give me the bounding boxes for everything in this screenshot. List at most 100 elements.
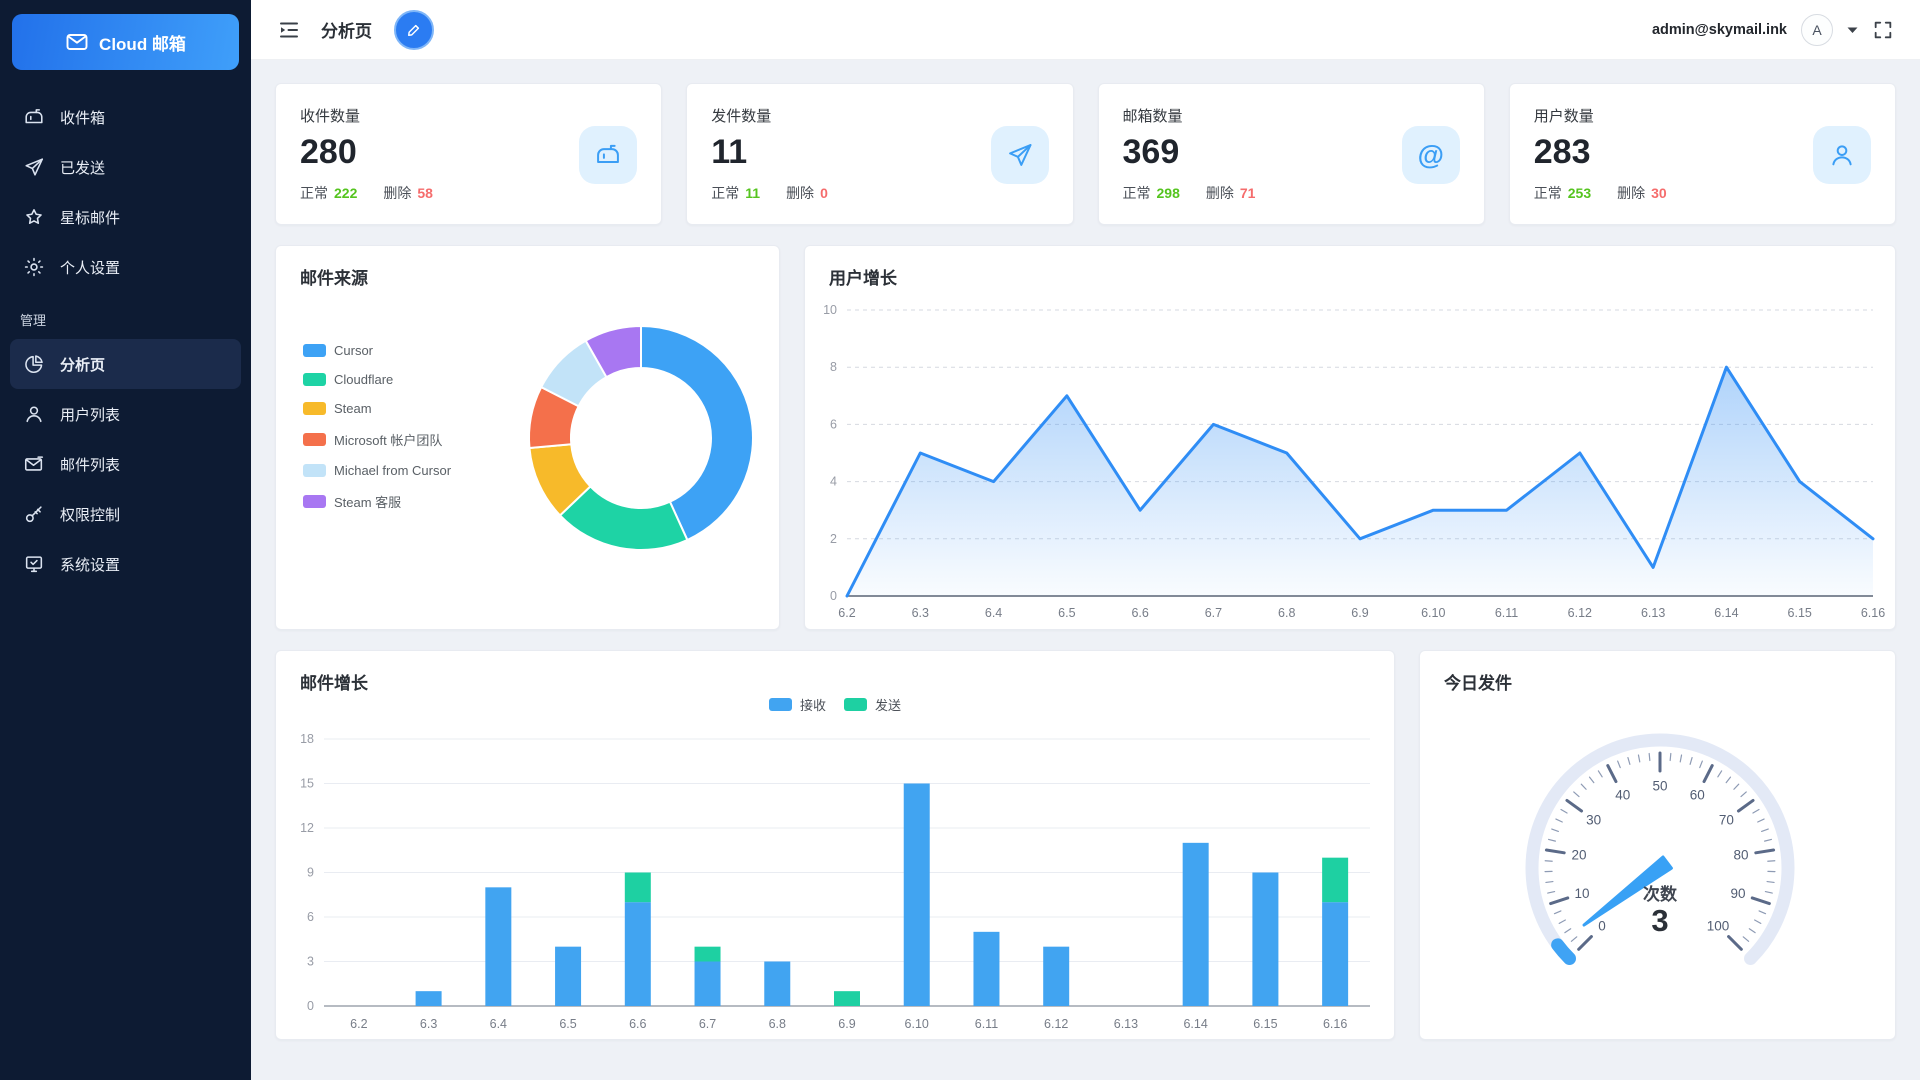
svg-text:6.7: 6.7 — [1205, 606, 1222, 620]
svg-text:10: 10 — [1574, 886, 1589, 901]
user-growth-chart[interactable]: 02468106.26.36.46.56.66.76.86.96.106.116… — [805, 246, 1895, 629]
svg-text:6.6: 6.6 — [1131, 606, 1148, 620]
stat-title: 收件数量 — [300, 105, 637, 126]
main-area: 分析页 admin@skymail.ink A 收件数量 280 — [251, 0, 1920, 1080]
mail-list-icon — [23, 453, 45, 475]
gauge-value: 3 — [1600, 905, 1720, 938]
pencil-icon — [405, 21, 423, 39]
mailbox-icon — [23, 106, 45, 128]
svg-text:6.15: 6.15 — [1788, 606, 1812, 620]
svg-text:6: 6 — [830, 417, 837, 431]
chevron-down-icon[interactable] — [1847, 26, 1858, 34]
paper-plane-icon — [991, 126, 1049, 184]
sidebar-item-analytics[interactable]: 分析页 — [10, 339, 241, 389]
svg-text:6.16: 6.16 — [1323, 1017, 1347, 1031]
stat-title: 邮箱数量 — [1123, 105, 1460, 126]
mail-growth-card: 邮件增长 接收 发送 03691215186.26.36.46.56.66.76… — [275, 650, 1395, 1040]
mail-source-card: 邮件来源 Cursor Cloudflare Steam Microsoft 帐… — [275, 245, 780, 630]
sidebar-item-mail-list[interactable]: 邮件列表 — [0, 439, 251, 489]
svg-text:6.7: 6.7 — [699, 1017, 716, 1031]
svg-text:6.8: 6.8 — [1278, 606, 1295, 620]
user-email: admin@skymail.ink — [1652, 22, 1787, 38]
menu-fold-icon[interactable] — [277, 18, 301, 42]
stat-deleted: 删除30 — [1617, 183, 1667, 203]
logo-button[interactable]: Cloud 邮箱 — [12, 14, 239, 70]
sidebar-section-admin: 管理 — [0, 292, 251, 339]
svg-text:6.4: 6.4 — [985, 606, 1002, 620]
sidebar-item-label: 用户列表 — [60, 404, 120, 425]
svg-text:6.5: 6.5 — [1058, 606, 1075, 620]
topbar: 分析页 admin@skymail.ink A — [251, 0, 1920, 60]
star-icon — [23, 206, 45, 228]
sidebar-item-label: 系统设置 — [60, 554, 120, 575]
svg-text:2: 2 — [830, 532, 837, 546]
envelope-logo-icon — [65, 30, 89, 54]
svg-text:6.14: 6.14 — [1714, 606, 1738, 620]
stat-card-mailboxes: 邮箱数量 369 正常298 删除71 @ — [1098, 83, 1485, 225]
fullscreen-icon[interactable] — [1872, 19, 1894, 41]
gear-icon — [23, 256, 45, 278]
avatar[interactable]: A — [1801, 14, 1833, 46]
svg-text:6: 6 — [307, 910, 314, 924]
user-icon — [23, 403, 45, 425]
svg-text:50: 50 — [1652, 779, 1667, 794]
svg-text:0: 0 — [830, 589, 837, 603]
sidebar-item-sent[interactable]: 已发送 — [0, 142, 251, 192]
sidebar-item-permissions[interactable]: 权限控制 — [0, 489, 251, 539]
svg-text:15: 15 — [300, 777, 314, 791]
stat-card-users: 用户数量 283 正常253 删除30 — [1509, 83, 1896, 225]
stat-title: 用户数量 — [1534, 105, 1871, 126]
sidebar-item-user-list[interactable]: 用户列表 — [0, 389, 251, 439]
sidebar: Cloud 邮箱 收件箱 已发送 星标邮件 个人设置 管理 分析页 用户列表 — [0, 0, 251, 1080]
svg-text:0: 0 — [307, 999, 314, 1013]
sidebar-item-system-settings[interactable]: 系统设置 — [0, 539, 251, 589]
edit-button[interactable] — [394, 10, 434, 50]
stat-normal: 正常222 — [300, 183, 357, 203]
sidebar-item-label: 邮件列表 — [60, 454, 120, 475]
today-sent-gauge[interactable]: 0102030405060708090100 — [1420, 651, 1895, 1039]
svg-text:6.6: 6.6 — [629, 1017, 646, 1031]
svg-text:6.4: 6.4 — [490, 1017, 507, 1031]
svg-text:6.13: 6.13 — [1641, 606, 1665, 620]
svg-text:6.10: 6.10 — [1421, 606, 1445, 620]
donut-chart[interactable] — [276, 246, 779, 629]
svg-text:20: 20 — [1571, 848, 1586, 863]
mail-growth-chart[interactable]: 03691215186.26.36.46.56.66.76.86.96.106.… — [276, 651, 1394, 1039]
stat-card-sent: 发件数量 11 正常11 删除0 — [686, 83, 1073, 225]
svg-text:6.2: 6.2 — [350, 1017, 367, 1031]
key-icon — [23, 503, 45, 525]
stat-deleted: 删除58 — [383, 183, 433, 203]
app-root: Cloud 邮箱 收件箱 已发送 星标邮件 个人设置 管理 分析页 用户列表 — [0, 0, 1920, 1080]
stat-normal: 正常253 — [1534, 183, 1591, 203]
svg-text:4: 4 — [830, 475, 837, 489]
dashboard-content: 收件数量 280 正常222 删除58 发件数量 11 正常11 删除 — [251, 60, 1920, 1080]
sidebar-item-label: 星标邮件 — [60, 207, 120, 228]
sidebar-item-starred[interactable]: 星标邮件 — [0, 192, 251, 242]
svg-text:10: 10 — [823, 303, 837, 317]
svg-text:6.3: 6.3 — [420, 1017, 437, 1031]
svg-text:6.13: 6.13 — [1114, 1017, 1138, 1031]
svg-text:90: 90 — [1730, 886, 1745, 901]
svg-text:40: 40 — [1615, 787, 1630, 802]
svg-text:6.8: 6.8 — [769, 1017, 786, 1031]
sidebar-item-inbox[interactable]: 收件箱 — [0, 92, 251, 142]
svg-text:6.14: 6.14 — [1183, 1017, 1207, 1031]
user-icon — [1813, 126, 1871, 184]
sidebar-item-personal-settings[interactable]: 个人设置 — [0, 242, 251, 292]
svg-text:6.15: 6.15 — [1253, 1017, 1277, 1031]
svg-text:9: 9 — [307, 866, 314, 880]
svg-text:18: 18 — [300, 732, 314, 746]
stat-title: 发件数量 — [711, 105, 1048, 126]
svg-text:12: 12 — [300, 821, 314, 835]
stat-card-received: 收件数量 280 正常222 删除58 — [275, 83, 662, 225]
svg-text:6.10: 6.10 — [905, 1017, 929, 1031]
svg-text:70: 70 — [1719, 812, 1734, 827]
sidebar-item-label: 已发送 — [60, 157, 105, 178]
svg-text:6.9: 6.9 — [838, 1017, 855, 1031]
sidebar-item-label: 收件箱 — [60, 107, 105, 128]
stat-deleted: 删除0 — [786, 183, 828, 203]
svg-text:30: 30 — [1586, 812, 1601, 827]
sidebar-item-label: 权限控制 — [60, 504, 120, 525]
sidebar-item-label: 分析页 — [60, 354, 105, 375]
stat-deleted: 删除71 — [1206, 183, 1256, 203]
